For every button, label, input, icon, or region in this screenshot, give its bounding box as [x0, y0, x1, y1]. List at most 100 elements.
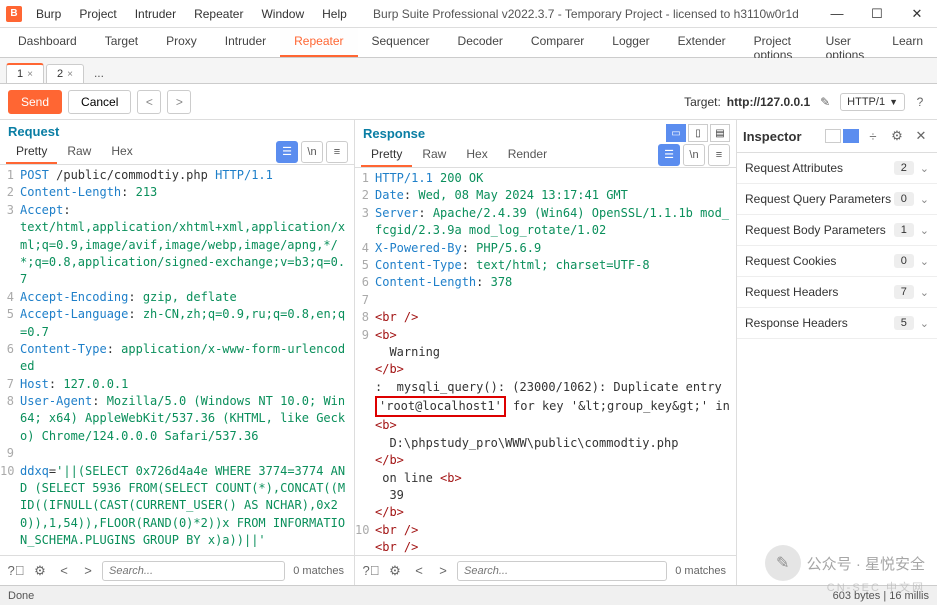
search-gear-icon[interactable]: ⚙	[30, 561, 50, 581]
view-tab-raw[interactable]: Raw	[412, 143, 456, 167]
main-tab-learn[interactable]: Learn	[878, 28, 937, 57]
view-tab-render[interactable]: Render	[498, 143, 557, 167]
wrap-icon[interactable]: ≡	[326, 141, 348, 163]
chevron-down-icon: ⌄	[920, 317, 929, 330]
menu-help[interactable]: Help	[314, 3, 355, 25]
inspector-row-request-headers[interactable]: Request Headers7⌄	[737, 277, 937, 308]
search-settings-icon[interactable]: ?⃝	[361, 561, 381, 581]
main-tab-target[interactable]: Target	[91, 28, 152, 57]
inspector-gear-icon[interactable]: ⚙	[887, 126, 907, 146]
history-forward-button[interactable]: >	[167, 90, 191, 114]
search-back-icon[interactable]: <	[409, 561, 429, 581]
minimize-button[interactable]: —	[817, 0, 857, 28]
view-tab-pretty[interactable]: Pretty	[6, 140, 57, 164]
close-button[interactable]: ✕	[897, 0, 937, 28]
main-tab-proxy[interactable]: Proxy	[152, 28, 211, 57]
tab-overflow-icon[interactable]: ...	[86, 63, 112, 83]
menu-repeater[interactable]: Repeater	[186, 3, 251, 25]
http-version-selector[interactable]: HTTP/1 ▼	[840, 93, 905, 111]
main-tab-sequencer[interactable]: Sequencer	[358, 28, 444, 57]
inspector-row-request-attributes[interactable]: Request Attributes2⌄	[737, 153, 937, 184]
inspector-row-request-query-parameters[interactable]: Request Query Parameters0⌄	[737, 184, 937, 215]
target-url: http://127.0.0.1	[727, 95, 810, 109]
inspector-row-request-body-parameters[interactable]: Request Body Parameters1⌄	[737, 215, 937, 246]
repeater-toolbar: Send Cancel < > Target: http://127.0.0.1…	[0, 84, 937, 120]
search-forward-icon[interactable]: >	[78, 561, 98, 581]
response-panel: Response ▭ ▯ ▤ PrettyRawHexRender ☰ \n ≡…	[355, 120, 737, 585]
status-bar: Done 603 bytes | 16 millis	[0, 585, 937, 605]
inspector-layout-pills[interactable]	[825, 129, 859, 143]
search-forward-icon[interactable]: >	[433, 561, 453, 581]
request-match-count: 0 matches	[289, 565, 348, 577]
search-settings-icon[interactable]: ?⃝	[6, 561, 26, 581]
app-icon: B	[6, 6, 22, 22]
menu-project[interactable]: Project	[71, 3, 124, 25]
inspector-row-request-cookies[interactable]: Request Cookies0⌄	[737, 246, 937, 277]
main-tab-user-options[interactable]: User options	[812, 28, 879, 57]
menu-burp[interactable]: Burp	[28, 3, 69, 25]
main-tab-comparer[interactable]: Comparer	[517, 28, 598, 57]
layout-combined-icon[interactable]: ▤	[710, 124, 730, 142]
close-tab-icon[interactable]: ×	[67, 69, 73, 80]
content-row: Request PrettyRawHex ☰ \n ≡ 1POST /publi…	[0, 120, 937, 585]
newline-icon[interactable]: \n	[301, 141, 323, 163]
edit-target-icon[interactable]: ✎	[816, 93, 834, 111]
inspector-row-response-headers[interactable]: Response Headers5⌄	[737, 308, 937, 339]
status-right: 603 bytes | 16 millis	[833, 590, 929, 602]
pill-2[interactable]	[843, 129, 859, 143]
window-controls: — ☐ ✕	[817, 0, 937, 28]
search-back-icon[interactable]: <	[54, 561, 74, 581]
request-search-input[interactable]	[102, 561, 285, 581]
main-tab-extender[interactable]: Extender	[664, 28, 740, 57]
inspector-title: Inspector	[743, 129, 821, 144]
chevron-down-icon: ⌄	[920, 286, 929, 299]
wrap-icon[interactable]: ≡	[708, 144, 730, 166]
view-tab-raw[interactable]: Raw	[57, 140, 101, 164]
actions-icon[interactable]: ☰	[276, 141, 298, 163]
status-left: Done	[8, 590, 34, 602]
main-tab-repeater[interactable]: Repeater	[280, 28, 357, 57]
menu-window[interactable]: Window	[253, 3, 312, 25]
layout-horizontal-icon[interactable]: ▭	[666, 124, 686, 142]
repeater-tab-2[interactable]: 2×	[46, 64, 84, 83]
http-version-label: HTTP/1	[847, 96, 885, 108]
request-panel: Request PrettyRawHex ☰ \n ≡ 1POST /publi…	[0, 120, 355, 585]
main-tab-intruder[interactable]: Intruder	[211, 28, 280, 57]
help-icon[interactable]: ?	[911, 93, 929, 111]
main-tab-project-options[interactable]: Project options	[740, 28, 812, 57]
response-editor[interactable]: 1HTTP/1.1 200 OK2Date: Wed, 08 May 2024 …	[355, 168, 736, 555]
view-tab-hex[interactable]: Hex	[101, 140, 142, 164]
inspector-panel: Inspector ÷ ⚙ ✕ Request Attributes2⌄Requ…	[737, 120, 937, 585]
main-tab-dashboard[interactable]: Dashboard	[4, 28, 91, 57]
chevron-down-icon: ⌄	[920, 193, 929, 206]
request-footer: ?⃝ ⚙ < > 0 matches	[0, 555, 354, 585]
maximize-button[interactable]: ☐	[857, 0, 897, 28]
response-footer: ?⃝ ⚙ < > 0 matches	[355, 555, 736, 585]
repeater-sub-tabs: 1×2×...	[0, 58, 937, 84]
close-tab-icon[interactable]: ×	[27, 69, 33, 80]
search-gear-icon[interactable]: ⚙	[385, 561, 405, 581]
history-back-button[interactable]: <	[137, 90, 161, 114]
send-button[interactable]: Send	[8, 90, 62, 114]
pill-1[interactable]	[825, 129, 841, 143]
request-editor[interactable]: 1POST /public/commodtiy.php HTTP/1.12Con…	[0, 165, 354, 555]
response-view-tabs: PrettyRawHexRender ☰ \n ≡	[355, 142, 736, 168]
view-tab-pretty[interactable]: Pretty	[361, 143, 412, 167]
layout-vertical-icon[interactable]: ▯	[688, 124, 708, 142]
menu-bar: BurpProjectIntruderRepeaterWindowHelp	[28, 3, 355, 25]
view-tab-hex[interactable]: Hex	[456, 143, 497, 167]
menu-intruder[interactable]: Intruder	[127, 3, 184, 25]
main-tab-decoder[interactable]: Decoder	[444, 28, 517, 57]
cancel-button[interactable]: Cancel	[68, 90, 131, 114]
actions-icon[interactable]: ☰	[658, 144, 680, 166]
inspector-collapse-icon[interactable]: ÷	[863, 126, 883, 146]
inspector-close-icon[interactable]: ✕	[911, 126, 931, 146]
chevron-down-icon: ⌄	[920, 255, 929, 268]
repeater-tab-1[interactable]: 1×	[6, 63, 44, 83]
chevron-down-icon: ⌄	[920, 224, 929, 237]
layout-icons: ▭ ▯ ▤	[666, 124, 730, 142]
response-search-input[interactable]	[457, 561, 667, 581]
main-tab-logger[interactable]: Logger	[598, 28, 663, 57]
chevron-down-icon: ⌄	[920, 162, 929, 175]
newline-icon[interactable]: \n	[683, 144, 705, 166]
